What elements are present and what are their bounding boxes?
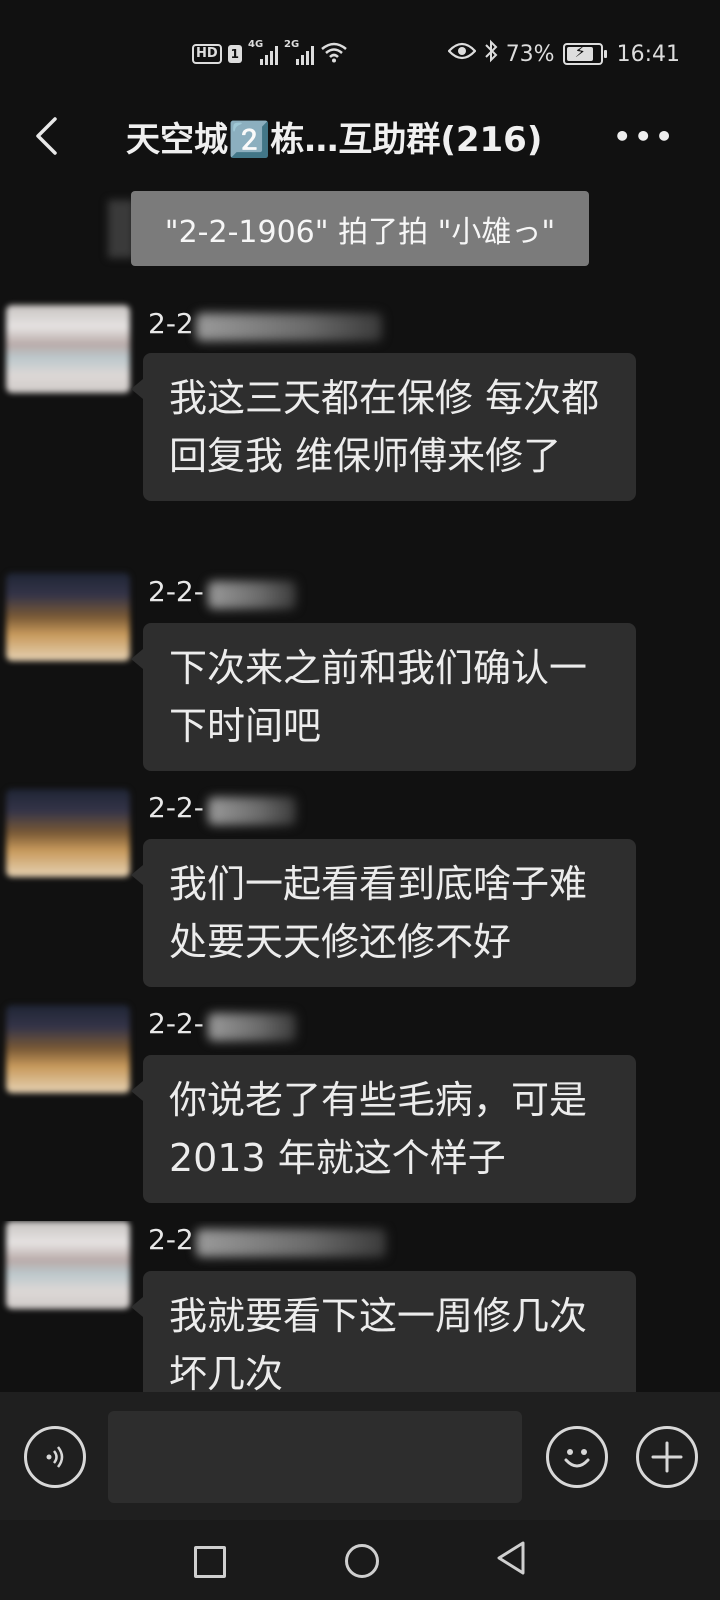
hd-badge: HD xyxy=(192,44,222,64)
wifi-icon xyxy=(320,41,348,68)
avatar[interactable] xyxy=(6,573,130,661)
signal-icon-2: 2G xyxy=(284,39,315,65)
chat-title[interactable]: 天空城2️⃣栋…互助群(216) xyxy=(126,112,542,161)
more-dots-icon: ••• xyxy=(613,120,676,153)
sim-badge: 1 xyxy=(227,45,243,63)
sender-name: 2-2- xyxy=(148,575,204,608)
chat-header: 天空城2️⃣栋…互助群(216) ••• xyxy=(0,108,720,164)
sender-name: 2-2- xyxy=(148,1007,204,1040)
message-row: 2-2 我就要看下这一周修几次 坏几次 xyxy=(0,1221,720,1392)
sender-name: 2-2 xyxy=(148,1223,194,1256)
message-bubble[interactable]: 我们一起看看到底啥子难处要天天修还修不好 xyxy=(131,839,636,987)
message-input[interactable] xyxy=(108,1411,522,1503)
avatar[interactable] xyxy=(6,1221,130,1309)
input-bar xyxy=(0,1392,720,1520)
sender-name: 2-2 xyxy=(148,307,194,340)
message-bubble[interactable]: 我就要看下这一周修几次 坏几次 xyxy=(131,1271,636,1392)
signal-icon: 4G xyxy=(248,39,279,65)
status-bar: HD 1 4G 2G 73% ⚡ 16:41 xyxy=(0,0,720,108)
more-options-button[interactable]: ••• xyxy=(613,120,676,153)
avatar[interactable] xyxy=(6,789,130,877)
sender-name-blur xyxy=(196,1229,386,1257)
system-pat-message: "2-2-1906" 拍了拍 "小雄っ" xyxy=(131,191,589,266)
voice-icon xyxy=(46,1446,64,1468)
triangle-back-icon[interactable] xyxy=(496,1540,526,1580)
network-type-label: 4G xyxy=(248,39,264,50)
status-right: 73% ⚡ 16:41 xyxy=(447,38,680,70)
system-nav-bar xyxy=(0,1520,720,1600)
message-bubble[interactable]: 我这三天都在保修 每次都回复我 维保师傅来修了 xyxy=(131,353,636,501)
status-left: HD 1 4G 2G xyxy=(192,38,348,70)
sender-name-blur xyxy=(208,797,296,825)
sender-name-blur xyxy=(196,313,382,341)
emoji-icon xyxy=(564,1449,590,1468)
battery-icon: ⚡ xyxy=(562,42,607,65)
avatar[interactable] xyxy=(6,1005,130,1093)
network-type-label-2: 2G xyxy=(284,39,300,50)
voice-button[interactable] xyxy=(24,1426,86,1488)
sender-name: 2-2- xyxy=(148,791,204,824)
bluetooth-icon xyxy=(484,39,498,69)
battery-percent: 73% xyxy=(505,41,555,67)
back-button[interactable] xyxy=(22,108,70,164)
chevron-left-icon xyxy=(36,117,57,155)
circle-icon[interactable] xyxy=(345,1544,379,1578)
message-bubble[interactable]: 你说老了有些毛病，可是2013 年就这个样子 xyxy=(131,1055,636,1203)
emoji-button[interactable] xyxy=(546,1426,608,1488)
square-icon[interactable] xyxy=(194,1546,226,1578)
eye-icon xyxy=(447,41,477,67)
sender-name-blur xyxy=(208,581,296,609)
clock: 16:41 xyxy=(616,41,680,67)
avatar[interactable] xyxy=(6,305,130,393)
plus-button[interactable] xyxy=(636,1426,698,1488)
sender-name-blur xyxy=(208,1013,296,1041)
plus-icon xyxy=(651,1441,683,1473)
message-bubble[interactable]: 下次来之前和我们确认一下时间吧 xyxy=(131,623,636,771)
